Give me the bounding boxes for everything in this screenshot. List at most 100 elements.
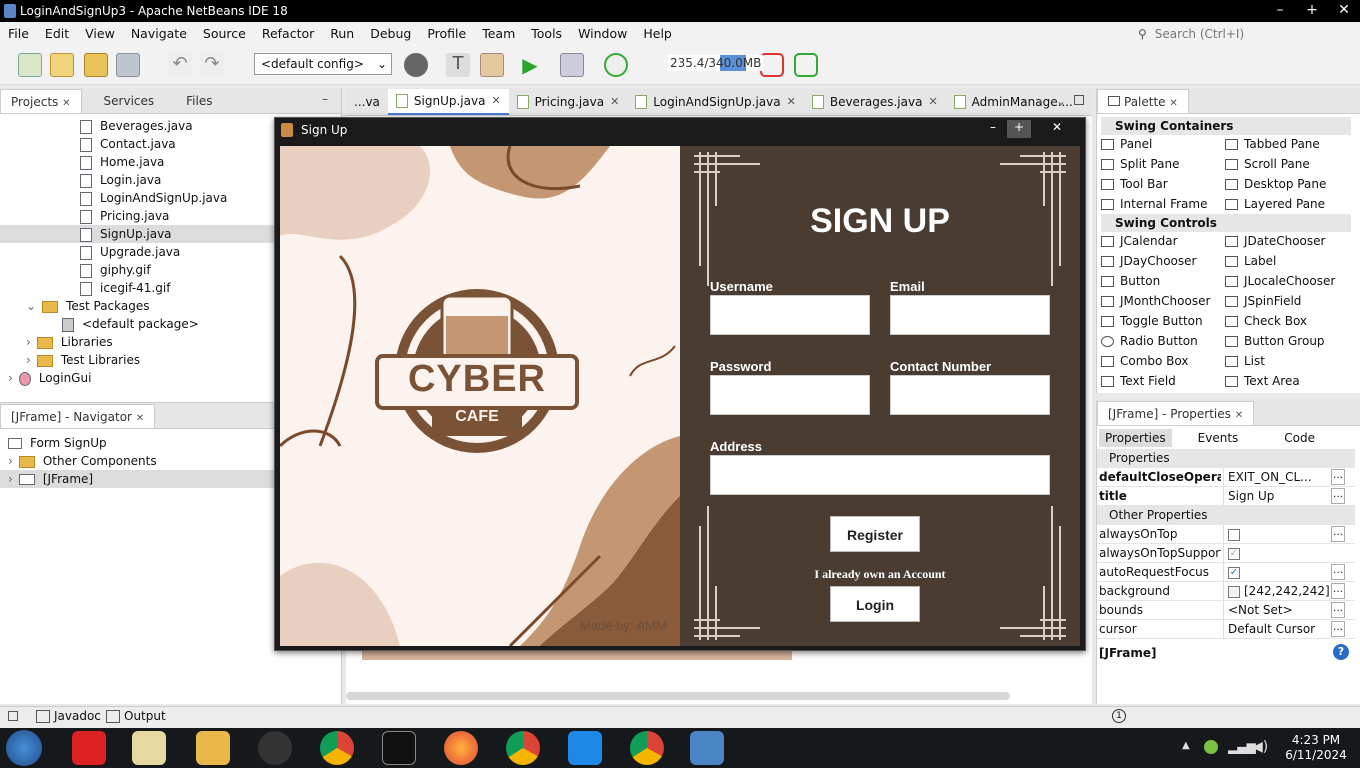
new-file-icon[interactable] [18, 53, 42, 77]
palette-item[interactable]: Label [1225, 251, 1276, 271]
start-button-icon[interactable] [6, 730, 42, 766]
terminal-icon[interactable] [382, 731, 416, 765]
menu-navigate[interactable]: Navigate [123, 22, 195, 45]
address-field[interactable] [710, 455, 1050, 495]
profile-icon[interactable] [604, 53, 628, 77]
config-select[interactable]: <default config> ⌄ [254, 53, 392, 75]
menu-source[interactable]: Source [195, 22, 254, 45]
contact-field[interactable] [890, 375, 1050, 415]
output-tab[interactable]: Output [106, 709, 166, 723]
close-icon[interactable]: ✕ [1328, 0, 1360, 20]
tree-item[interactable]: › Test Libraries [26, 351, 140, 369]
palette-item[interactable]: Check Box [1225, 311, 1307, 331]
notifications-icon[interactable]: 1 [1112, 709, 1126, 723]
password-field[interactable] [710, 375, 870, 415]
property-row[interactable]: autoRequestFocus ✓… [1097, 563, 1355, 582]
login-button[interactable]: Login [830, 586, 920, 622]
tray-app-icon[interactable] [1204, 740, 1218, 754]
build-hammer-icon[interactable]: T [446, 53, 470, 77]
property-row[interactable]: cursor Default Cursor… [1097, 620, 1355, 639]
undo-icon[interactable]: ↶ [168, 53, 192, 77]
app-icon-red[interactable] [72, 731, 106, 765]
tree-item[interactable]: Beverages.java [80, 117, 193, 135]
nav-item[interactable]: Form SignUp [8, 434, 107, 452]
tree-item[interactable]: giphy.gif [80, 261, 151, 279]
memory-indicator[interactable]: 235.4/340.0MB [668, 55, 764, 71]
redo-icon[interactable]: ↷ [200, 53, 224, 77]
tree-item[interactable]: Home.java [80, 153, 164, 171]
chevron-down-icon[interactable]: ⌄ [1056, 94, 1066, 108]
palette-item[interactable]: Split Pane [1101, 154, 1179, 174]
minimize-icon[interactable]: – [981, 120, 1005, 138]
email-field[interactable] [890, 295, 1050, 335]
palette-item[interactable]: JCalendar [1101, 231, 1178, 251]
run-icon[interactable]: ▶ [518, 53, 542, 77]
palette-item[interactable]: JDayChooser [1101, 251, 1196, 271]
property-row[interactable]: bounds <Not Set>… [1097, 601, 1355, 620]
palette-item[interactable]: Text Field [1101, 371, 1176, 391]
maximize-editor-icon[interactable] [1074, 95, 1084, 105]
chrome-icon[interactable] [630, 731, 664, 765]
palette-item[interactable]: JDateChooser [1225, 231, 1325, 251]
editor-tab[interactable]: LoginAndSignUp.java ✕ [627, 89, 804, 115]
palette-item[interactable]: Button [1101, 271, 1160, 291]
tree-item[interactable]: <default package> [62, 315, 199, 333]
editor-tab[interactable]: Pricing.java ✕ [509, 89, 628, 115]
close-icon[interactable]: ✕ [928, 89, 937, 115]
subtab-events[interactable]: Events [1192, 429, 1245, 447]
debug-icon[interactable] [560, 53, 584, 77]
vscode-icon[interactable] [568, 731, 602, 765]
ellipsis-button[interactable]: … [1331, 564, 1345, 580]
close-icon[interactable]: ✕ [1235, 410, 1243, 421]
horizontal-scrollbar[interactable] [346, 692, 1010, 700]
ellipsis-button[interactable]: … [1331, 526, 1345, 542]
maximize-icon[interactable]: + [1007, 120, 1031, 138]
property-row[interactable]: title Sign Up… [1097, 487, 1355, 506]
close-icon[interactable]: ✕ [62, 98, 70, 109]
minimize-panel-icon[interactable]: – [322, 92, 328, 106]
firefox-icon[interactable] [444, 731, 478, 765]
restore-icon[interactable] [8, 711, 18, 721]
volume-icon[interactable]: ◀) [1252, 739, 1268, 755]
menu-team[interactable]: Team [474, 22, 523, 45]
palette-item[interactable]: Internal Frame [1101, 194, 1207, 214]
subtab-properties[interactable]: Properties [1099, 429, 1172, 447]
palette-item[interactable]: Radio Button [1101, 331, 1198, 351]
chrome-profile-icon[interactable] [506, 731, 540, 765]
palette-item[interactable]: Text Area [1225, 371, 1300, 391]
property-row[interactable]: alwaysOnTopSupported✓ [1097, 544, 1355, 563]
palette-item[interactable]: Layered Pane [1225, 194, 1325, 214]
close-icon[interactable]: ✕ [1045, 120, 1069, 138]
maximize-icon[interactable]: + [1296, 0, 1328, 20]
nav-item[interactable]: › Other Components [8, 452, 157, 470]
editor-tab-active[interactable]: SignUp.java ✕ [387, 88, 509, 115]
always-on-top-checkbox[interactable] [1228, 528, 1240, 541]
menu-window[interactable]: Window [570, 22, 635, 45]
palette-item[interactable]: Toggle Button [1101, 311, 1203, 331]
close-icon[interactable]: ✕ [491, 88, 500, 114]
property-row[interactable]: background [242,242,242]… [1097, 582, 1355, 601]
javadoc-tab[interactable]: Javadoc [36, 709, 101, 723]
editor-tab[interactable]: Beverages.java ✕ [804, 89, 946, 115]
tree-item[interactable]: Login.java [80, 171, 161, 189]
open-project-icon[interactable] [84, 53, 108, 77]
subtab-code[interactable]: Code [1278, 429, 1321, 447]
tree-item[interactable]: icegif-41.gif [80, 279, 170, 297]
file-explorer-icon[interactable] [196, 731, 230, 765]
menu-profile[interactable]: Profile [419, 22, 474, 45]
tab-files[interactable]: Files [176, 89, 222, 113]
close-icon[interactable]: ✕ [610, 89, 619, 115]
new-project-icon[interactable] [50, 53, 74, 77]
tree-item[interactable]: LoginAndSignUp.java [80, 189, 227, 207]
tab-navigator[interactable]: [JFrame] - Navigator ✕ [0, 404, 156, 428]
menu-file[interactable]: File [0, 22, 37, 45]
menu-edit[interactable]: Edit [37, 22, 77, 45]
chevron-left-icon[interactable]: ‹ [1022, 94, 1027, 108]
gc-icon[interactable] [760, 53, 784, 77]
clock[interactable]: 4:23 PM 6/11/2024 [1276, 733, 1356, 763]
register-button[interactable]: Register [830, 516, 920, 552]
ellipsis-button[interactable]: … [1331, 583, 1345, 599]
palette-item[interactable]: JLocaleChooser [1225, 271, 1335, 291]
menu-view[interactable]: View [77, 22, 123, 45]
palette-item[interactable]: JSpinField [1225, 291, 1301, 311]
